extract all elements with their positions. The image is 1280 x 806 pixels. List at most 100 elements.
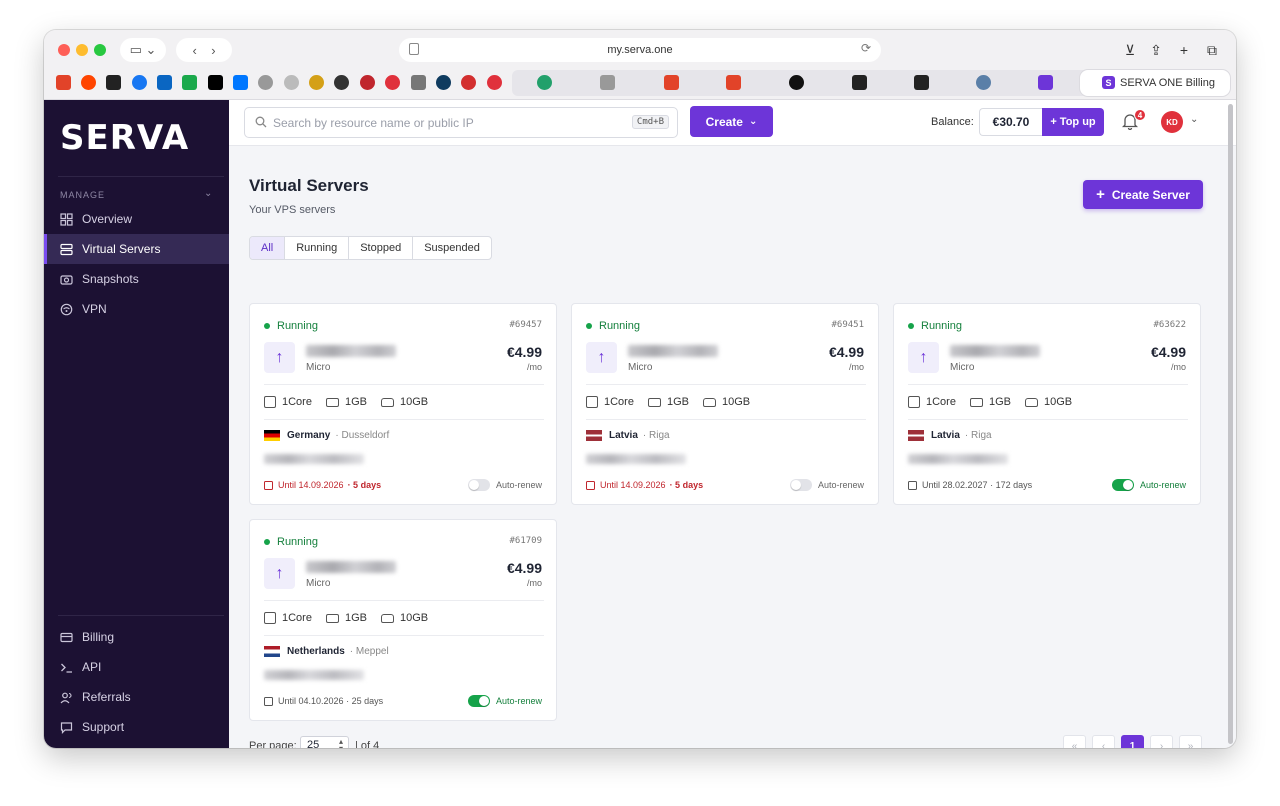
filter-stopped[interactable]: Stopped xyxy=(349,237,414,259)
plan-name: Micro xyxy=(306,578,331,589)
app-tab-icon-6[interactable] xyxy=(436,75,451,90)
sidebar-toggle-icon[interactable]: ▭ ⌄ xyxy=(120,38,166,62)
toggle-switch[interactable] xyxy=(467,695,490,707)
ram-value: 1GB xyxy=(344,396,367,408)
per-page-select[interactable]: 25 ▴▾ xyxy=(300,736,349,748)
app-tab-icon-4[interactable] xyxy=(360,75,375,90)
cpu-value: 1Core xyxy=(926,396,956,408)
toggle-switch[interactable] xyxy=(789,479,812,491)
create-label: Create xyxy=(705,114,743,129)
sidebar-item-snapshots[interactable]: Snapshots xyxy=(44,264,229,294)
ip-redacted xyxy=(264,454,364,464)
auto-renew-toggle[interactable]: Auto-renew xyxy=(467,479,542,491)
first-page-button[interactable]: « xyxy=(1063,735,1086,748)
avatar[interactable]: KD xyxy=(1161,111,1183,133)
sidebar-item-support[interactable]: Support xyxy=(44,712,229,742)
sidebar-item-overview[interactable]: Overview xyxy=(44,204,229,234)
server-name-redacted xyxy=(628,345,718,357)
linkedin-tab-icon[interactable] xyxy=(157,75,172,90)
server-name-redacted xyxy=(950,345,1040,357)
cpu-value: 1Core xyxy=(604,396,634,408)
server-card[interactable]: Running #69457 ↑ Micro €4.99 /mo 1Core 1… xyxy=(249,303,557,505)
top-up-button[interactable]: + Top up xyxy=(1042,108,1104,136)
maximize-window-button[interactable] xyxy=(94,44,106,56)
reload-icon[interactable]: ⟳ xyxy=(861,41,871,55)
download-icon[interactable]: ⊻ xyxy=(1118,38,1142,62)
status-running: Running xyxy=(908,320,962,332)
compass-tab-icon[interactable] xyxy=(284,75,299,90)
page-subtitle: Your VPS servers xyxy=(249,204,336,216)
toggle-switch[interactable] xyxy=(467,479,490,491)
app-tab-icon-12[interactable] xyxy=(914,75,929,90)
serva-logo[interactable]: SERVA xyxy=(60,118,190,158)
filter-running[interactable]: Running xyxy=(285,237,350,259)
plan-name: Micro xyxy=(306,362,331,373)
prev-page-button[interactable]: ‹ xyxy=(1092,735,1115,748)
divider xyxy=(58,176,224,177)
server-id: #63622 xyxy=(1153,320,1186,330)
serva-favicon-icon: S xyxy=(1102,76,1115,89)
gitlab-tab-icon-3[interactable] xyxy=(726,75,741,90)
create-server-button[interactable]: + Create Server xyxy=(1083,180,1203,209)
gitlab-tab-icon-2[interactable] xyxy=(664,75,679,90)
mic-tab-icon[interactable] xyxy=(487,75,502,90)
app-tab-icon-8[interactable] xyxy=(537,75,552,90)
price-period: /mo xyxy=(848,362,864,372)
server-card[interactable]: Running #63622 ↑ Micro €4.99 /mo 1Core 1… xyxy=(893,303,1201,505)
page-settings-icon[interactable] xyxy=(409,43,419,55)
search-input[interactable]: Search by resource name or public IP Cmd… xyxy=(244,107,678,138)
create-dropdown-button[interactable]: Create ⌄ xyxy=(690,106,773,137)
new-tab-icon[interactable]: + xyxy=(1172,38,1196,62)
x-tab-icon[interactable] xyxy=(208,75,223,90)
scrollbar[interactable] xyxy=(1228,104,1233,744)
chevron-down-icon[interactable]: ⌄ xyxy=(204,188,212,199)
next-page-button[interactable]: › xyxy=(1150,735,1173,748)
filter-suspended[interactable]: Suspended xyxy=(413,237,491,259)
nav-back-forward[interactable]: ‹ › xyxy=(176,38,232,62)
chevron-down-icon[interactable]: ⌄ xyxy=(1190,114,1198,125)
app-tab-icon-5[interactable] xyxy=(411,75,426,90)
server-card[interactable]: Running #61709 ↑ Micro €4.99 /mo 1Core 1… xyxy=(249,519,557,721)
toggle-switch[interactable] xyxy=(1111,479,1134,491)
globe-tab-icon[interactable] xyxy=(976,75,991,90)
minimize-window-button[interactable] xyxy=(76,44,88,56)
ram-value: 1GB xyxy=(988,396,1011,408)
auto-renew-toggle[interactable]: Auto-renew xyxy=(789,479,864,491)
sidebar-item-vpn[interactable]: VPN xyxy=(44,294,229,324)
close-window-button[interactable] xyxy=(58,44,70,56)
sidebar-item-referrals[interactable]: Referrals xyxy=(44,682,229,712)
calendar-icon xyxy=(264,696,273,706)
threads-tab-icon[interactable] xyxy=(106,75,121,90)
share-icon[interactable]: ⇪ xyxy=(1144,38,1168,62)
pinterest-tab-icon[interactable] xyxy=(385,75,400,90)
filter-all[interactable]: All xyxy=(250,237,286,259)
gitlab-tab-icon[interactable] xyxy=(56,75,71,90)
facebook-tab-icon[interactable] xyxy=(132,75,147,90)
address-bar[interactable]: my.serva.one ⟳ xyxy=(399,38,881,62)
app-tab-icon-3[interactable] xyxy=(309,75,324,90)
last-page-button[interactable]: » xyxy=(1179,735,1202,748)
sidebar-item-virtual-servers[interactable]: Virtual Servers xyxy=(44,234,229,264)
app-tab-icon-9[interactable] xyxy=(600,75,615,90)
auto-renew-toggle[interactable]: Auto-renew xyxy=(1111,479,1186,491)
sidebar-item-api[interactable]: API xyxy=(44,652,229,682)
server-card[interactable]: Running #69451 ↑ Micro €4.99 /mo 1Core 1… xyxy=(571,303,879,505)
top-bar: Search by resource name or public IP Cmd… xyxy=(229,100,1236,146)
city: · Dusseldorf xyxy=(335,430,390,441)
calendar-icon xyxy=(586,480,595,490)
auto-renew-toggle[interactable]: Auto-renew xyxy=(467,695,542,707)
app-tab-icon-10[interactable] xyxy=(789,75,804,90)
app-tab-icon-7[interactable] xyxy=(461,75,476,90)
divider xyxy=(264,419,544,420)
app-tab-icon-2[interactable] xyxy=(258,75,273,90)
settings-tab-icon[interactable] xyxy=(334,75,349,90)
vk-tab-icon[interactable] xyxy=(233,75,248,90)
reddit-tab-icon[interactable] xyxy=(81,75,96,90)
tab-serva-billing[interactable]: S SERVA ONE Billing xyxy=(1080,70,1230,96)
app-tab-icon[interactable] xyxy=(182,75,197,90)
tab-overview-icon[interactable]: ⧉ xyxy=(1200,38,1224,62)
app-tab-icon-11[interactable] xyxy=(852,75,867,90)
app-tab-icon-13[interactable] xyxy=(1038,75,1053,90)
sidebar-item-billing[interactable]: Billing xyxy=(44,622,229,652)
current-page-button[interactable]: 1 xyxy=(1121,735,1144,748)
